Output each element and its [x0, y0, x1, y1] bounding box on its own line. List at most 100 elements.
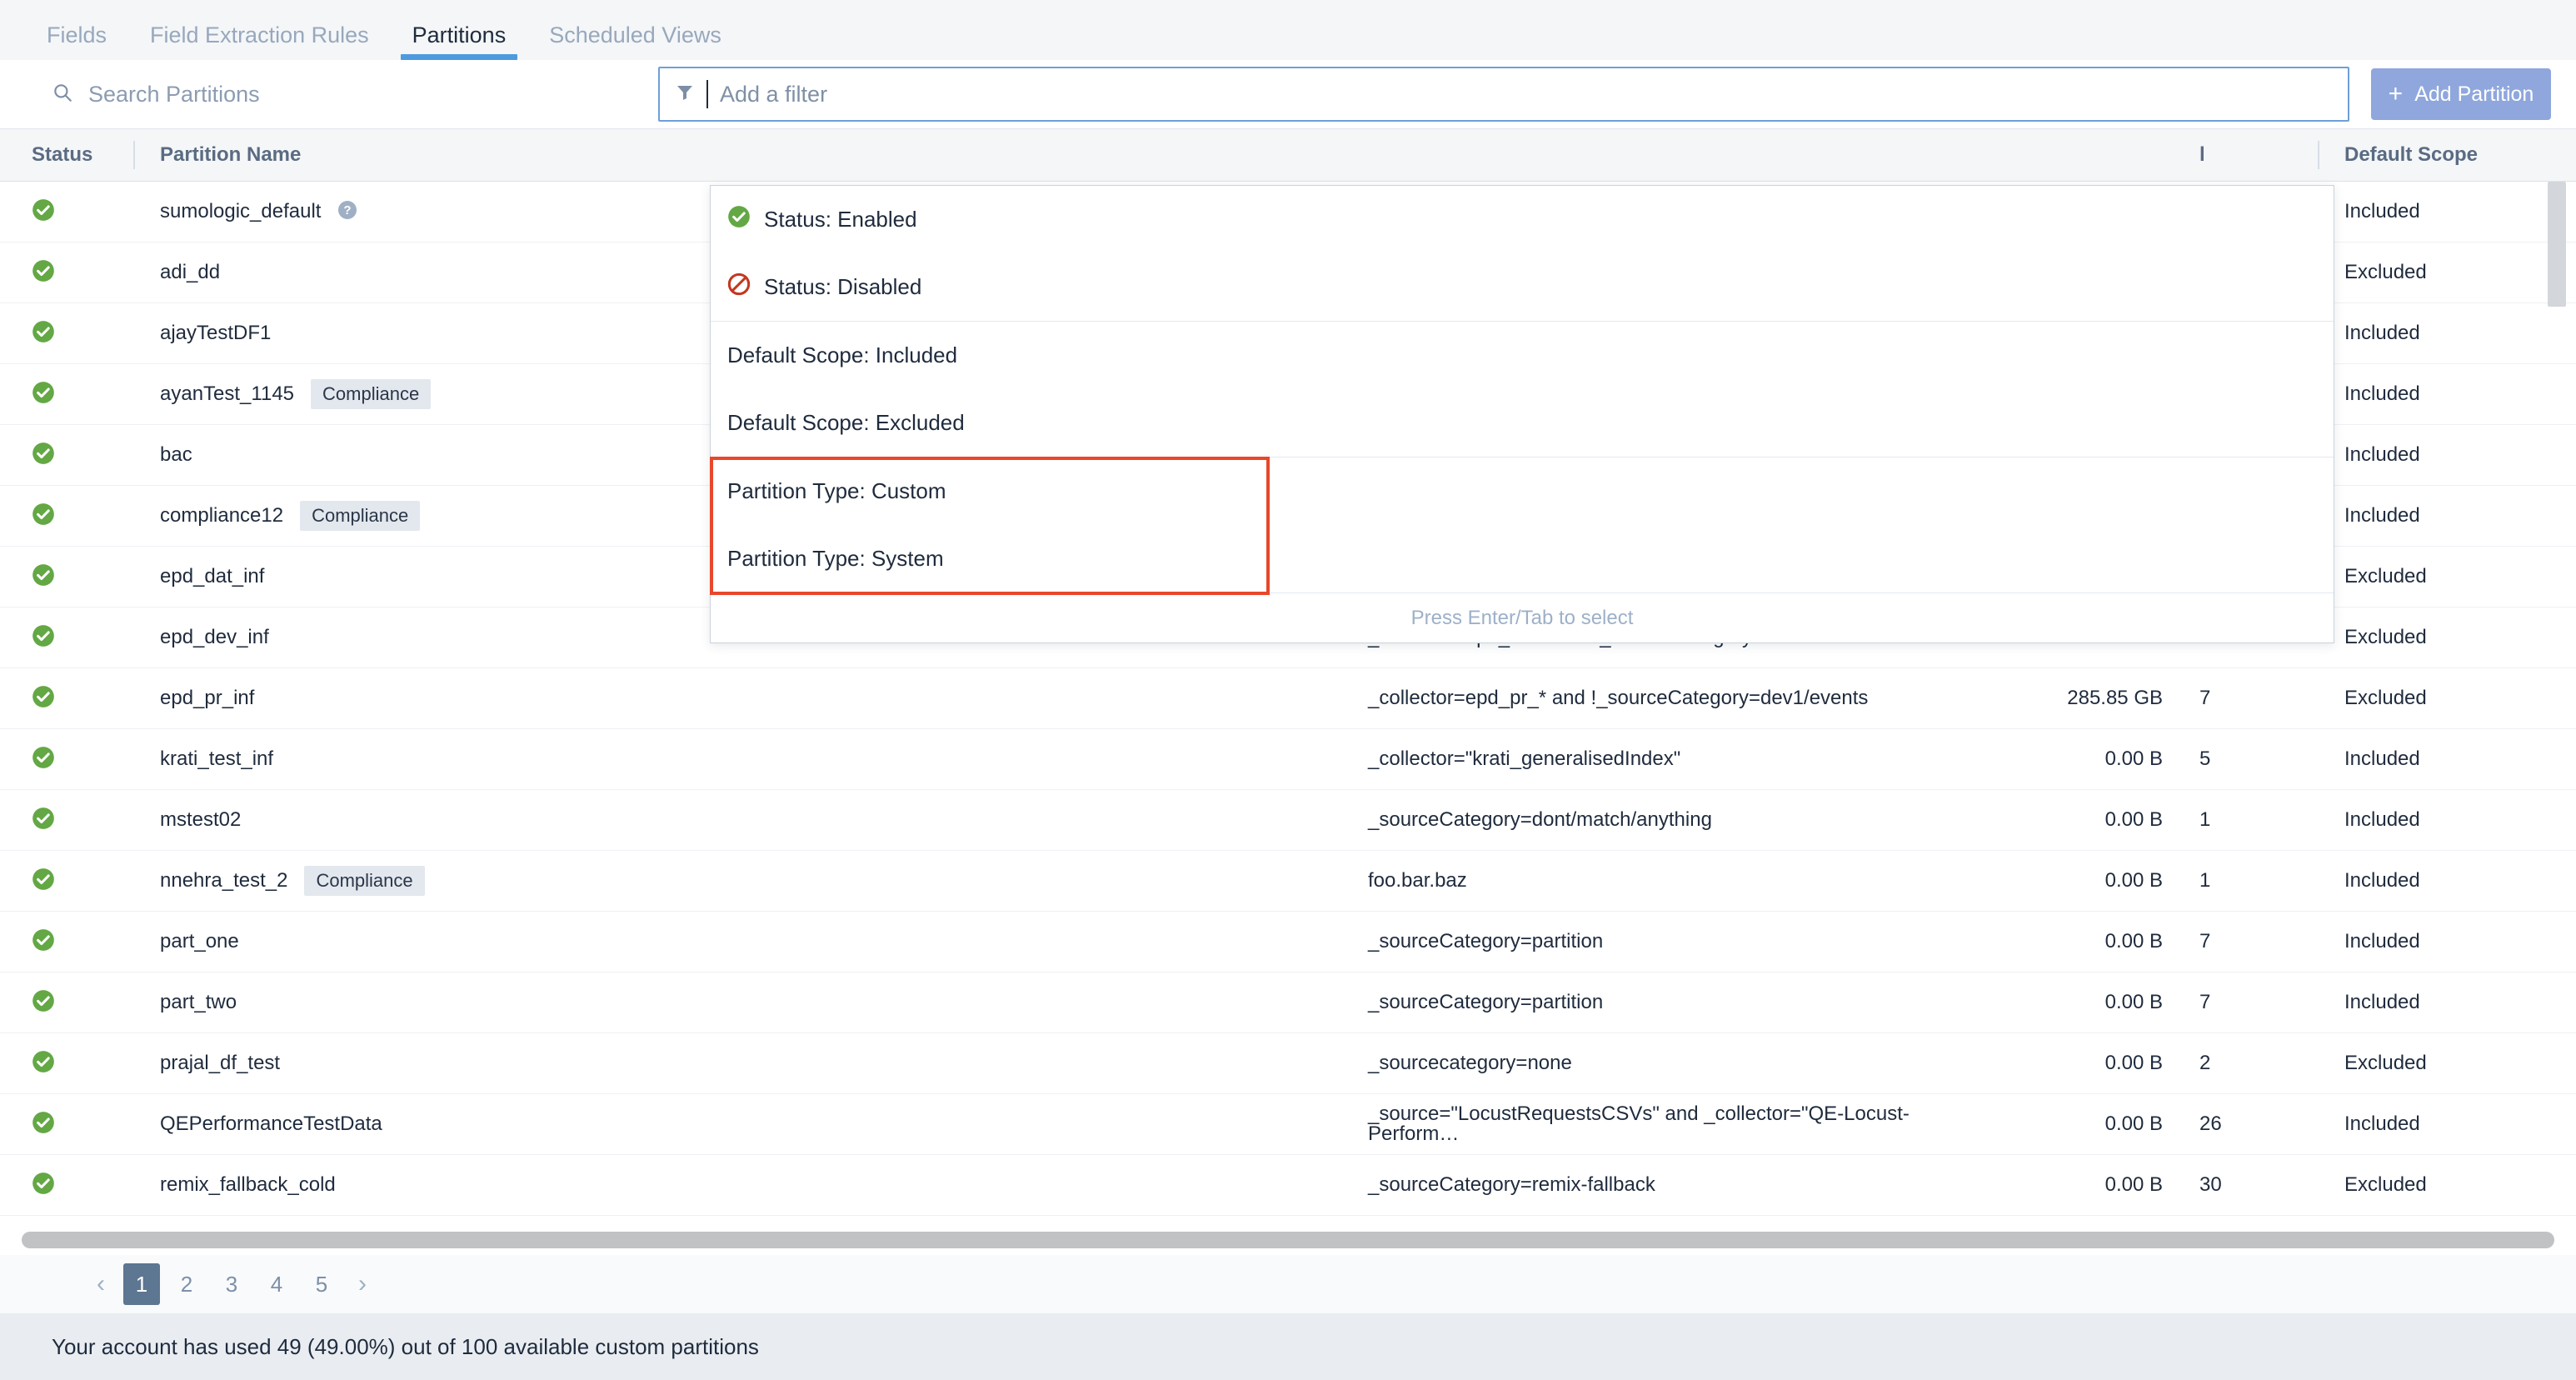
horizontal-scrollbar-thumb[interactable]: [22, 1232, 2554, 1248]
tab-field-extraction-rules[interactable]: Field Extraction Rules: [128, 24, 391, 60]
filter-group-default-scope: Default Scope: Included Default Scope: Ex…: [711, 321, 2334, 457]
column-header-count[interactable]: l: [2176, 129, 2318, 181]
pagination-next[interactable]: ›: [348, 1263, 377, 1305]
cell-partition-name[interactable]: mstest02: [133, 790, 1341, 850]
tab-fields[interactable]: Fields: [25, 24, 128, 60]
cell-partition-name[interactable]: QEPerformanceTestData: [133, 1094, 1341, 1154]
table-row[interactable]: mstest02 _sourceCategory=dont/match/anyth…: [0, 790, 2576, 851]
cell-status: [0, 425, 133, 485]
column-header-size[interactable]: [1984, 129, 2176, 181]
count-text: 1: [2199, 869, 2211, 892]
cell-default-scope: Excluded: [2318, 242, 2576, 302]
cell-count: 2: [2176, 1033, 2318, 1093]
cell-status: [0, 182, 133, 242]
filter-option-status-disabled[interactable]: Status: Disabled: [711, 253, 2334, 321]
pagination-page-3[interactable]: 3: [213, 1263, 250, 1305]
table-row[interactable]: QEPerformanceTestData _source="LocustRequ…: [0, 1094, 2576, 1155]
default-scope-text: Included: [2344, 991, 2420, 1013]
column-header-default-scope[interactable]: Default Scope: [2318, 129, 2576, 181]
partition-name-label: adi_dd: [160, 261, 221, 283]
default-scope-text: Excluded: [2344, 261, 2427, 283]
table-row[interactable]: prajal_df_test _sourcecategory=none 0.00 B…: [0, 1033, 2576, 1094]
table-row[interactable]: remix_fallback_cold _sourceCategory=remix…: [0, 1155, 2576, 1216]
partition-name-label: QEPerformanceTestData: [160, 1112, 382, 1135]
cell-routing-expression: foo.bar.baz: [1341, 851, 1984, 911]
partition-name-label: part_two: [160, 991, 237, 1013]
cell-partition-name[interactable]: krati_test_inf: [133, 729, 1341, 789]
filter-option-status-enabled[interactable]: Status: Enabled: [711, 186, 2334, 253]
status-enabled-icon: [32, 807, 55, 834]
add-partition-button[interactable]: + Add Partition: [2371, 68, 2551, 120]
filter-option-default-scope-included[interactable]: Default Scope: Included: [711, 322, 2334, 389]
pagination-prev[interactable]: ‹: [87, 1263, 115, 1305]
count-text: 30: [2199, 1173, 2222, 1196]
partition-name-label: sumologic_default: [160, 200, 322, 222]
filter-input-box[interactable]: Add a filter: [658, 67, 2349, 122]
cell-status: [0, 1094, 133, 1154]
dropdown-hint-text: Press Enter/Tab to select: [1410, 606, 1634, 629]
cell-default-scope: Included: [2318, 790, 2576, 850]
filter-option-label: Status: Enabled: [764, 207, 917, 232]
search-partitions-group: [25, 81, 642, 108]
status-enabled-icon: [32, 563, 55, 591]
cell-partition-name[interactable]: nnehra_test_2 Compliance: [133, 851, 1341, 911]
column-header-routing-expression[interactable]: [1341, 129, 1984, 181]
cell-partition-name[interactable]: part_one: [133, 912, 1341, 972]
pagination-page-4[interactable]: 4: [258, 1263, 295, 1305]
pagination-page-1[interactable]: 1: [123, 1263, 160, 1305]
default-scope-text: Included: [2344, 322, 2420, 344]
column-header-truncated-label: l: [2199, 143, 2205, 166]
filter-option-partition-type-system[interactable]: Partition Type: System: [711, 525, 2334, 592]
cell-routing-expression: _source="LocustRequestsCSVs" and _collec…: [1341, 1094, 1984, 1154]
table-row[interactable]: part_one _sourceCategory=partition 0.00 B 7…: [0, 912, 2576, 972]
table-row[interactable]: epd_pr_inf _collector=epd_pr_* and !_sour…: [0, 668, 2576, 729]
cell-partition-name[interactable]: epd_pr_inf: [133, 668, 1341, 728]
size-text: 0.00 B: [2104, 1173, 2163, 1196]
status-enabled-icon: [32, 685, 55, 712]
column-header-status[interactable]: Status: [0, 129, 133, 181]
search-input[interactable]: [88, 81, 642, 108]
partition-name-label: epd_dat_inf: [160, 565, 265, 588]
compliance-badge: Compliance: [311, 379, 432, 409]
cell-default-scope: Included: [2318, 729, 2576, 789]
pagination-page-5[interactable]: 5: [303, 1263, 340, 1305]
cell-default-scope: Included: [2318, 851, 2576, 911]
cell-partition-name[interactable]: remix_fallback_cold: [133, 1155, 1341, 1215]
partition-name-label: remix_fallback_cold: [160, 1173, 336, 1196]
count-text: 5: [2199, 748, 2211, 770]
column-divider: [2318, 141, 2319, 169]
toolbar: Add a filter + Add Partition: [0, 60, 2576, 128]
help-icon[interactable]: ?: [337, 200, 357, 224]
cell-partition-name[interactable]: part_two: [133, 972, 1341, 1032]
cell-partition-name[interactable]: prajal_df_test: [133, 1033, 1341, 1093]
table-row[interactable]: nnehra_test_2 Compliance foo.bar.baz 0.00 B…: [0, 851, 2576, 912]
tab-partitions[interactable]: Partitions: [391, 24, 528, 60]
count-text: 26: [2199, 1112, 2222, 1135]
cell-status: [0, 851, 133, 911]
pagination-page-2[interactable]: 2: [168, 1263, 205, 1305]
cell-status: [0, 242, 133, 302]
cell-count: 7: [2176, 972, 2318, 1032]
column-header-partition-name[interactable]: Partition Name: [133, 129, 1341, 181]
cell-status: [0, 364, 133, 424]
filter-option-default-scope-excluded[interactable]: Default Scope: Excluded: [711, 389, 2334, 457]
filter-option-partition-type-custom[interactable]: Partition Type: Custom: [711, 458, 2334, 525]
cell-default-scope: Excluded: [2318, 547, 2576, 607]
partition-name-label: nnehra_test_2: [160, 869, 288, 892]
table-row[interactable]: krati_test_inf _collector="krati_generali…: [0, 729, 2576, 790]
default-scope-text: Included: [2344, 930, 2420, 952]
vertical-scrollbar-thumb[interactable]: [2548, 182, 2566, 307]
default-scope-text: Excluded: [2344, 565, 2427, 588]
table-row[interactable]: part_two _sourceCategory=partition 0.00 B 7…: [0, 972, 2576, 1033]
cell-default-scope: Excluded: [2318, 608, 2576, 668]
tab-scheduled-views[interactable]: Scheduled Views: [527, 24, 743, 60]
cell-status: [0, 972, 133, 1032]
status-enabled-icon: [32, 502, 55, 530]
cell-status: [0, 608, 133, 668]
cell-count: 26: [2176, 1094, 2318, 1154]
cell-status: [0, 303, 133, 363]
routing-expression-text: _sourcecategory=none: [1368, 1052, 1572, 1074]
horizontal-scrollbar[interactable]: [0, 1225, 2576, 1255]
count-text: 7: [2199, 930, 2211, 952]
vertical-scrollbar[interactable]: [2548, 182, 2566, 1225]
